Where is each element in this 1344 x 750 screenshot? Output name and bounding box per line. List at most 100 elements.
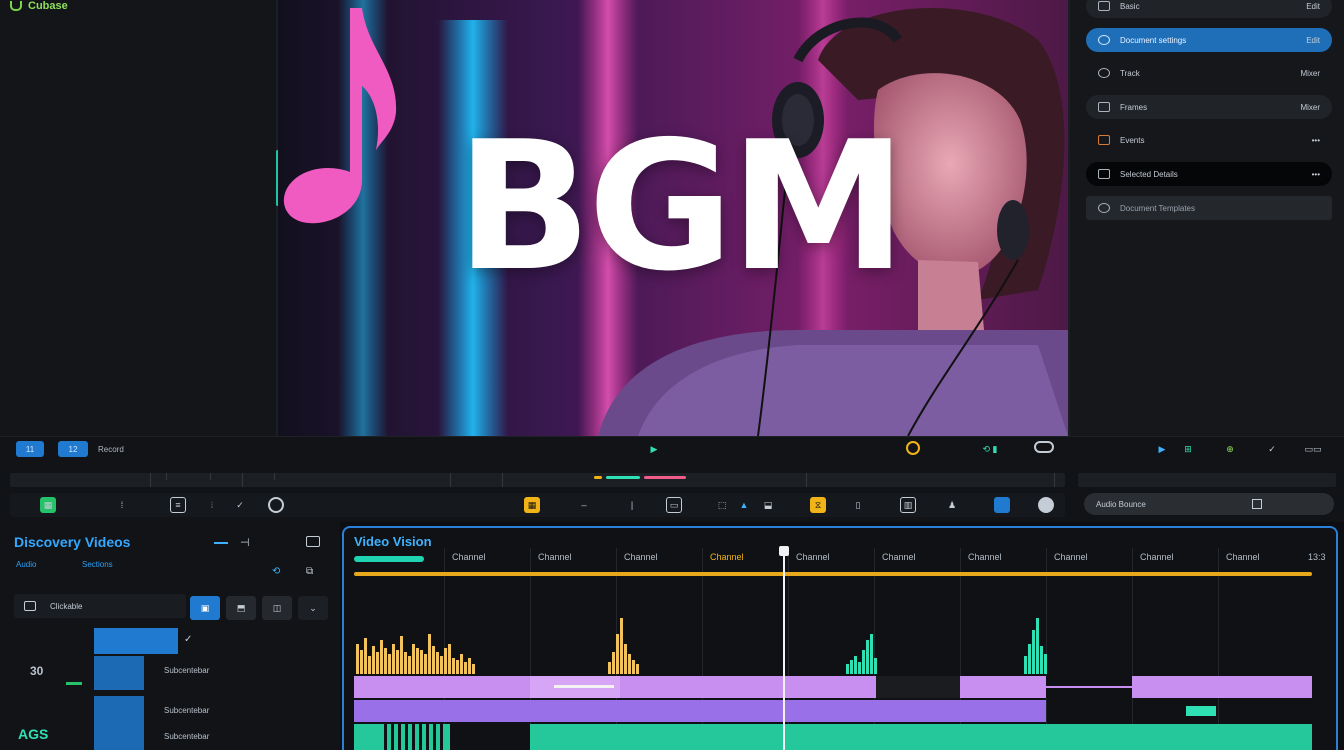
pin-icon[interactable]: ⊣ (240, 536, 250, 549)
clip-icon[interactable]: ≡ (170, 497, 186, 513)
grid-icon[interactable]: ▦ (40, 497, 56, 513)
waveform-bar (356, 644, 359, 674)
waveform-bar (636, 664, 639, 674)
waveform-bar (1036, 618, 1039, 674)
waveform-bar (468, 658, 471, 674)
snap-icon[interactable]: ⧖ (810, 497, 826, 513)
clip-lane-2[interactable] (354, 700, 1312, 722)
record-icon[interactable] (906, 441, 920, 455)
check-right-icon[interactable]: ✓ (1264, 441, 1280, 457)
track-row-label-3[interactable]: Subcentebar (164, 732, 209, 741)
inspector-row-document-templates[interactable]: Document Templates (1086, 196, 1332, 220)
clip-lane-3[interactable] (354, 724, 1312, 750)
cursor-icon[interactable]: ▶ (1154, 441, 1170, 457)
timeline-panel[interactable]: Video Vision Channel Channel Channel Cha… (342, 526, 1338, 750)
inspector-row-selected-details[interactable]: Selected Details ••• (1086, 162, 1332, 186)
inspector-row-document-settings[interactable]: Document settings Edit (1086, 28, 1332, 52)
minus-icon[interactable]: – (576, 497, 592, 513)
export-icon[interactable] (994, 497, 1010, 513)
clip-lane-1[interactable] (354, 676, 1312, 698)
split-icon[interactable]: ⁞ (114, 497, 130, 513)
loop-icon[interactable]: ⟲ ▮ (970, 441, 1010, 457)
playhead-handle[interactable] (779, 546, 789, 556)
tab-view-a[interactable]: ▣ (190, 596, 220, 620)
select-icon[interactable]: ⬚ (714, 497, 730, 513)
warn-tool-icon[interactable]: ▦ (524, 497, 540, 513)
timeline-title: Video Vision (354, 534, 432, 549)
inspector-row-events[interactable]: Events ••• (1086, 128, 1332, 152)
time-ruler[interactable] (10, 473, 1065, 487)
link-icon[interactable] (1034, 441, 1054, 453)
loop-tool-icon[interactable] (268, 497, 284, 513)
filter-icon[interactable]: ⧉ (306, 566, 313, 577)
column-label-3[interactable]: Channel (624, 552, 658, 562)
marker-in[interactable] (594, 476, 602, 479)
window-icon[interactable] (306, 536, 320, 547)
triangle-icon[interactable]: ▲ (736, 497, 752, 513)
mini-ruler[interactable] (1078, 473, 1336, 487)
mix-icon[interactable]: ⊕ (1218, 441, 1242, 457)
playhead[interactable] (783, 546, 785, 750)
inspector-row-basic[interactable]: Basic Edit (1086, 0, 1332, 18)
mode-button-1[interactable]: 11 (16, 441, 44, 457)
teal-marker-clip[interactable] (1186, 706, 1216, 716)
column-label-5[interactable]: Channel (796, 552, 830, 562)
marker-range-teal[interactable] (606, 476, 640, 479)
column-label-1[interactable]: Channel (452, 552, 486, 562)
info-icon[interactable] (1038, 497, 1054, 513)
track-row-label-1[interactable]: Subcentebar (164, 666, 209, 675)
divider-icon[interactable]: | (624, 497, 640, 513)
track-icon (1098, 68, 1110, 78)
purple-clip-2[interactable] (1132, 676, 1312, 698)
crop-icon[interactable]: ⬓ (760, 497, 776, 513)
track-block-1[interactable] (94, 656, 144, 690)
inspector-row-frames[interactable]: Frames Mixer (1086, 95, 1332, 119)
bars-icon[interactable]: ⦙ (204, 497, 220, 513)
inspector-row-track[interactable]: Track Mixer (1086, 61, 1332, 85)
check-icon[interactable]: ✓ (232, 497, 248, 513)
column-label-10[interactable]: Channel (1226, 552, 1260, 562)
waveform-teal-2[interactable] (1024, 592, 1048, 674)
column-label-7[interactable]: Channel (968, 552, 1002, 562)
waveform-bar (364, 638, 367, 674)
column-label-4[interactable]: Channel (710, 552, 744, 562)
waveform-bar (460, 654, 463, 674)
box-icon (1098, 1, 1110, 11)
selected-track-header[interactable] (94, 628, 178, 654)
view-icon[interactable]: ▭▭ (1298, 441, 1328, 457)
track-row-label-2[interactable]: Subcentebar (164, 706, 209, 715)
timeline-range-bar[interactable] (354, 572, 1312, 576)
violet-clip-1[interactable] (354, 700, 1046, 722)
play-icon[interactable]: ▶ (646, 441, 662, 457)
video-preview[interactable]: BGM (278, 0, 1068, 436)
tab-view-b[interactable]: ⬒ (226, 596, 256, 620)
mode-button-2[interactable]: 12 (58, 441, 88, 457)
marker-range-pink[interactable] (644, 476, 686, 479)
audio-bounce-field[interactable]: Audio Bounce (1084, 493, 1334, 515)
tab-view-c[interactable]: ◫ (262, 596, 292, 620)
tab-sections[interactable]: Sections (82, 560, 113, 569)
waveform-teal-1[interactable] (846, 592, 878, 674)
tab-audio[interactable]: Audio (16, 560, 36, 569)
check-track-icon[interactable]: ✓ (184, 634, 192, 645)
panel-icon[interactable]: ▥ (900, 497, 916, 513)
audio-icon[interactable]: ⊞ (1176, 441, 1200, 457)
person-icon[interactable]: ♟ (944, 497, 960, 513)
column-label-2[interactable]: Channel (538, 552, 572, 562)
column-label-9[interactable]: Channel (1140, 552, 1174, 562)
waveform-yellow-1[interactable] (356, 592, 476, 674)
refresh-icon[interactable]: ⟲ (272, 566, 280, 577)
bgm-title-overlay: BGM (456, 103, 907, 310)
track-block-2[interactable] (94, 696, 144, 750)
collapse-icon[interactable] (214, 542, 228, 544)
clickable-field[interactable]: Clickable (14, 594, 186, 618)
waveform-bar (854, 656, 857, 674)
frame-tool-icon[interactable]: ▭ (666, 497, 682, 513)
waveform-yellow-2[interactable] (608, 592, 648, 674)
column-label-8[interactable]: Channel (1054, 552, 1088, 562)
chevron-down-icon[interactable]: ⌄ (298, 596, 328, 620)
app-title: Cubase (28, 0, 68, 12)
slot-icon[interactable]: ▯ (850, 497, 866, 513)
column-label-6[interactable]: Channel (882, 552, 916, 562)
record-label: Record (98, 445, 124, 454)
